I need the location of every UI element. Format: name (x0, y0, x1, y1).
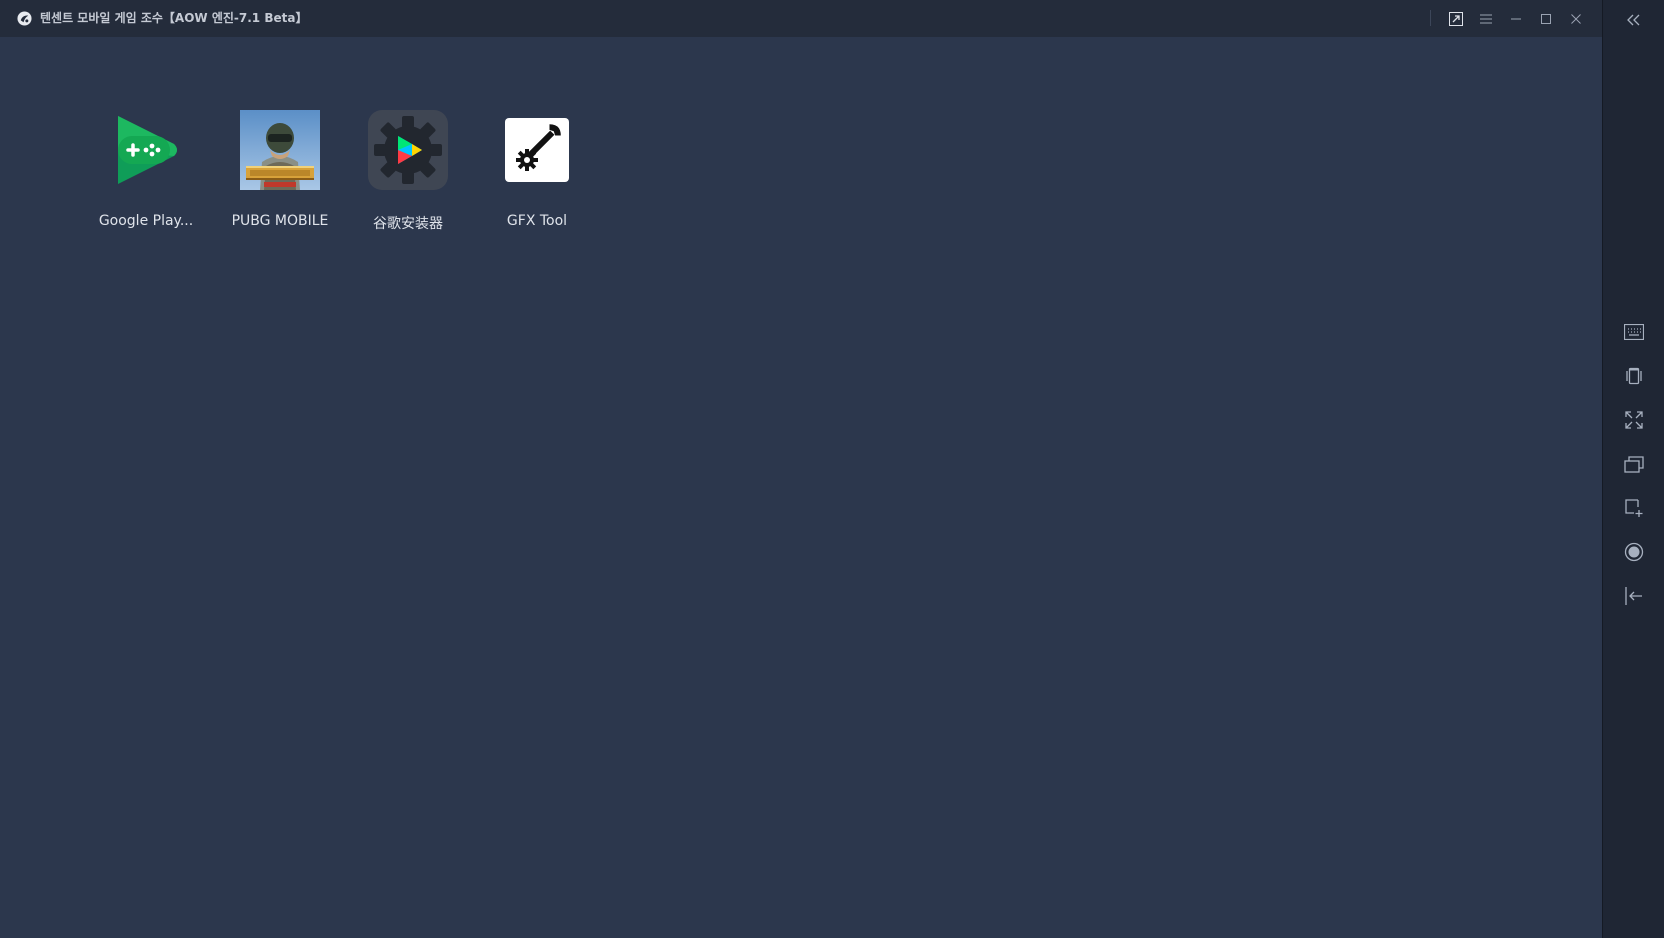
exit-icon (1625, 587, 1642, 605)
fullscreen-button[interactable] (1620, 406, 1648, 434)
menu-icon (1480, 14, 1492, 24)
google-installer-icon (368, 110, 448, 190)
gfx-tool-icon (505, 118, 569, 182)
right-toolbar (1602, 0, 1664, 938)
app-logo-icon (17, 11, 32, 26)
app-label: PUBG MOBILE (231, 213, 329, 229)
close-button[interactable] (1565, 8, 1587, 30)
app-pubg-mobile[interactable]: PUBG MOBILE (222, 110, 338, 240)
pin-icon (1449, 12, 1463, 26)
multi-window-button[interactable] (1620, 450, 1648, 478)
maximize-button[interactable] (1535, 8, 1557, 30)
google-play-games-icon (118, 116, 177, 184)
exit-button[interactable] (1620, 582, 1648, 610)
fullscreen-icon (1625, 411, 1643, 429)
multi-window-icon (1624, 456, 1644, 473)
app-label: 谷歌安装器 (373, 216, 443, 232)
android-home-screen: Google Play... PUBG MOBILE 谷歌安装器 GFX Too… (0, 37, 1602, 938)
keyboard-icon (1624, 324, 1644, 340)
menu-button[interactable] (1475, 8, 1497, 30)
shake-icon (1626, 367, 1642, 385)
screenshot-button[interactable] (1620, 494, 1648, 522)
titlebar-divider (1430, 10, 1431, 26)
maximize-icon (1541, 14, 1551, 24)
pin-button[interactable] (1445, 8, 1467, 30)
title-bar: 텐센트 모바일 게임 조수【AOW 엔진-7.1 Beta】 (0, 0, 1602, 37)
collapse-sidebar-button[interactable] (1620, 6, 1648, 34)
minimize-button[interactable] (1505, 8, 1527, 30)
screenshot-icon (1625, 499, 1643, 517)
emulator-window: 텐센트 모바일 게임 조수【AOW 엔진-7.1 Beta】 Google Pl… (0, 0, 1664, 938)
shake-button[interactable] (1620, 362, 1648, 390)
close-icon (1571, 14, 1581, 24)
pubg-mobile-icon (240, 110, 320, 190)
collapse-sidebar-icon (1627, 14, 1640, 26)
app-google-installer[interactable]: 谷歌安装器 (350, 110, 466, 240)
app-label: Google Play... (98, 213, 194, 229)
app-label: GFX Tool (506, 213, 568, 229)
minimize-icon (1511, 18, 1521, 20)
record-icon (1624, 542, 1644, 562)
record-button[interactable] (1620, 538, 1648, 566)
app-google-play-games[interactable]: Google Play... (88, 110, 204, 240)
window-title: 텐센트 모바일 게임 조수【AOW 엔진-7.1 Beta】 (40, 11, 308, 25)
keyboard-button[interactable] (1620, 318, 1648, 346)
app-gfx-tool[interactable]: GFX Tool (479, 110, 595, 240)
